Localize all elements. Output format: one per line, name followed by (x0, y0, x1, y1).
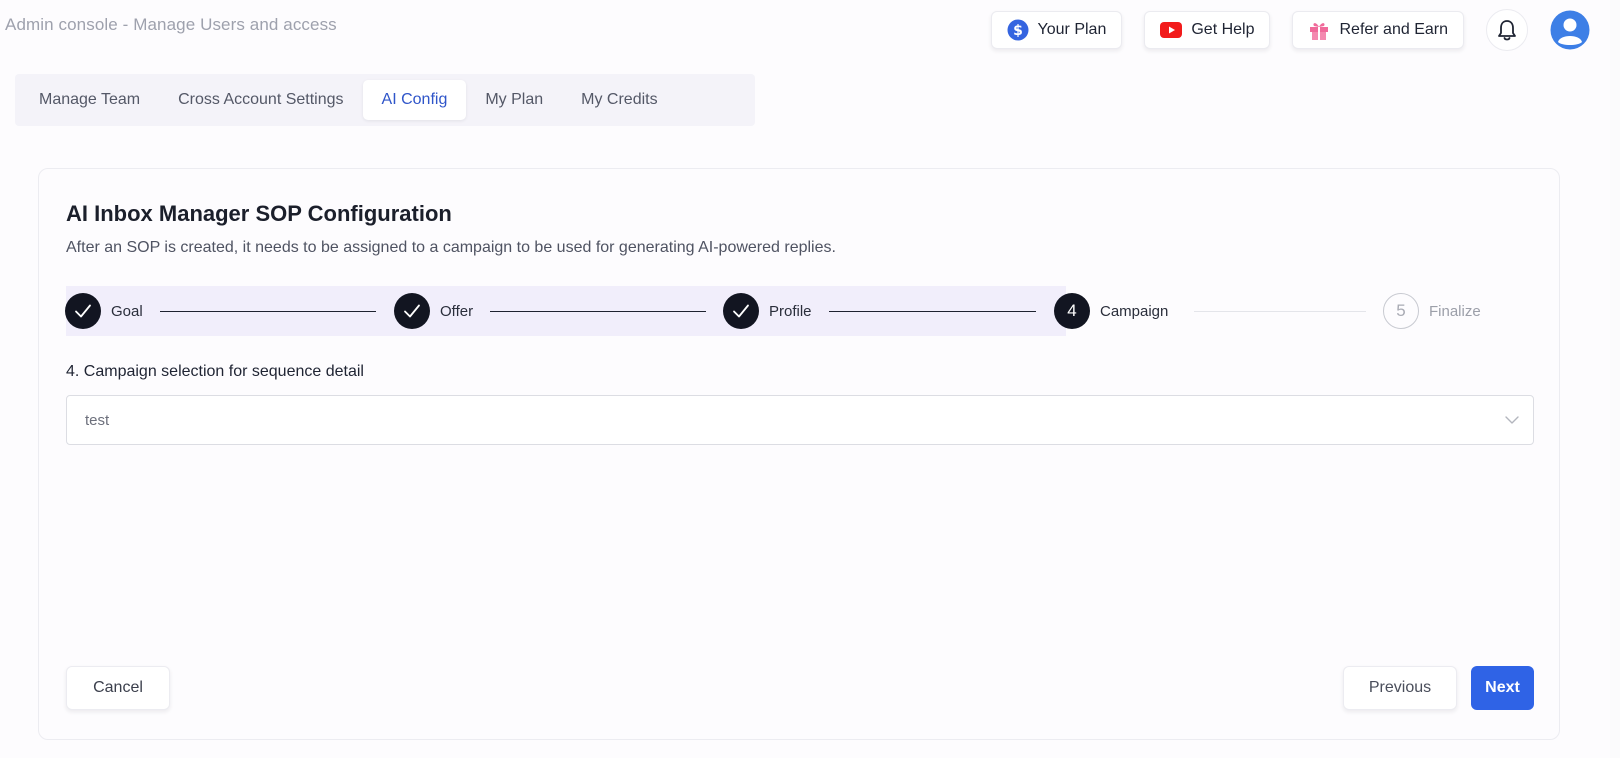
check-icon (65, 293, 101, 329)
your-plan-label: Your Plan (1037, 21, 1107, 38)
step-offer: Offer (394, 293, 473, 329)
svg-text:$: $ (1013, 23, 1023, 39)
tab-bar: Manage Team Cross Account Settings AI Co… (15, 74, 755, 126)
user-avatar-icon (1550, 10, 1590, 50)
check-icon (394, 293, 430, 329)
notifications-button[interactable] (1486, 9, 1528, 51)
get-help-label: Get Help (1191, 21, 1255, 38)
chevron-down-icon (1505, 415, 1519, 425)
cancel-button[interactable]: Cancel (66, 666, 170, 710)
step-connector (829, 311, 1036, 312)
bell-icon (1497, 19, 1517, 41)
step-connector (1194, 311, 1366, 312)
step-label: Profile (769, 302, 812, 320)
step-finalize: 5 Finalize (1383, 293, 1481, 329)
page-title: Admin console - Manage Users and access (5, 15, 337, 34)
campaign-select[interactable]: test (66, 395, 1534, 445)
your-plan-button[interactable]: $ Your Plan (990, 11, 1123, 49)
step-goal: Goal (65, 293, 143, 329)
tab-my-plan[interactable]: My Plan (466, 80, 562, 120)
step-profile: Profile (723, 293, 812, 329)
step-connector (160, 311, 376, 312)
avatar[interactable] (1550, 10, 1590, 50)
card-title: AI Inbox Manager SOP Configuration (66, 201, 452, 226)
step-label: Offer (440, 302, 474, 320)
tab-ai-config[interactable]: AI Config (362, 80, 467, 120)
page-scrollbar[interactable] (1610, 0, 1620, 758)
top-actions: $ Your Plan Get Help Refer and Earn (990, 9, 1590, 51)
step-label: Finalize (1429, 302, 1481, 320)
step-label: Goal (111, 302, 143, 320)
step-number: 4 (1054, 293, 1090, 329)
tab-manage-team[interactable]: Manage Team (20, 80, 159, 120)
tab-cross-account-settings[interactable]: Cross Account Settings (159, 80, 362, 120)
get-help-button[interactable]: Get Help (1144, 11, 1271, 49)
campaign-select-value: test (85, 411, 110, 429)
refer-and-earn-button[interactable]: Refer and Earn (1292, 11, 1464, 49)
card-subtitle: After an SOP is created, it needs to be … (66, 239, 836, 256)
next-button[interactable]: Next (1471, 666, 1534, 710)
step-connector (490, 311, 706, 312)
refer-and-earn-label: Refer and Earn (1339, 21, 1448, 38)
previous-button[interactable]: Previous (1343, 666, 1457, 710)
youtube-icon (1160, 22, 1183, 38)
tab-my-credits[interactable]: My Credits (562, 80, 676, 120)
step-label: Campaign (1100, 302, 1169, 320)
check-icon (723, 293, 759, 329)
step-number: 5 (1383, 293, 1419, 329)
dollar-icon: $ (1007, 19, 1029, 41)
sop-config-card: AI Inbox Manager SOP Configuration After… (38, 168, 1560, 740)
step-campaign: 4 Campaign (1054, 293, 1168, 329)
gift-icon (1308, 19, 1330, 41)
campaign-field-label: 4. Campaign selection for sequence detai… (66, 363, 364, 380)
